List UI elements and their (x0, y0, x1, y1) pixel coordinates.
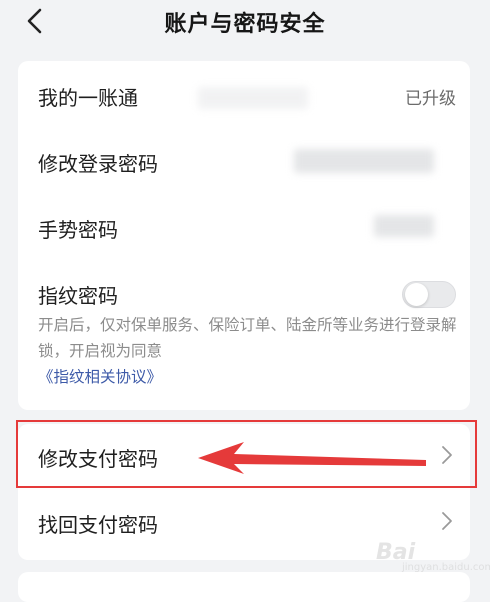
nav-header: 账户与密码安全 (0, 0, 490, 46)
account-status: 已升级 (405, 89, 456, 109)
watermark-subtext: jingyan.baidu.com (402, 562, 490, 573)
fingerprint-agreement-link[interactable]: 《指纹相关协议》 (38, 368, 162, 386)
gesture-password-row[interactable]: 手势密码 (18, 193, 470, 259)
fingerprint-label: 指纹密码 (38, 284, 118, 308)
login-password-row[interactable]: 修改登录密码 (18, 127, 470, 193)
recover-pay-password-label: 找回支付密码 (38, 513, 158, 537)
gesture-password-label: 手势密码 (38, 218, 118, 242)
toggle-knob (405, 283, 428, 306)
blurred-gesture-info (374, 215, 434, 237)
account-row[interactable]: 我的一账通 已升级 (18, 61, 470, 127)
fingerprint-row: 指纹密码 开启后，仅对保单服务、保险订单、陆金所等业务进行登录解锁，开启视为同意… (18, 259, 470, 410)
account-label: 我的一账通 (38, 86, 138, 110)
baidu-watermark: Bai jingyan.baidu.com (372, 540, 490, 578)
chevron-right-icon (442, 512, 452, 530)
fingerprint-description: 开启后，仅对保单服务、保险订单、陆金所等业务进行登录解锁，开启视为同意 《指纹相… (38, 312, 458, 390)
red-arrow-annotation (198, 442, 426, 474)
login-password-label: 修改登录密码 (38, 152, 158, 176)
page-title: 账户与密码安全 (164, 12, 326, 37)
security-settings-card: 我的一账通 已升级 修改登录密码 手势密码 指纹密码 开启后，仅对保单服务、保险… (18, 61, 470, 410)
blurred-account-info (198, 87, 308, 109)
fingerprint-description-text: 开启后，仅对保单服务、保险订单、陆金所等业务进行登录解锁，开启视为同意 (38, 316, 457, 360)
fingerprint-toggle[interactable] (402, 281, 456, 308)
blurred-login-info (294, 149, 434, 173)
